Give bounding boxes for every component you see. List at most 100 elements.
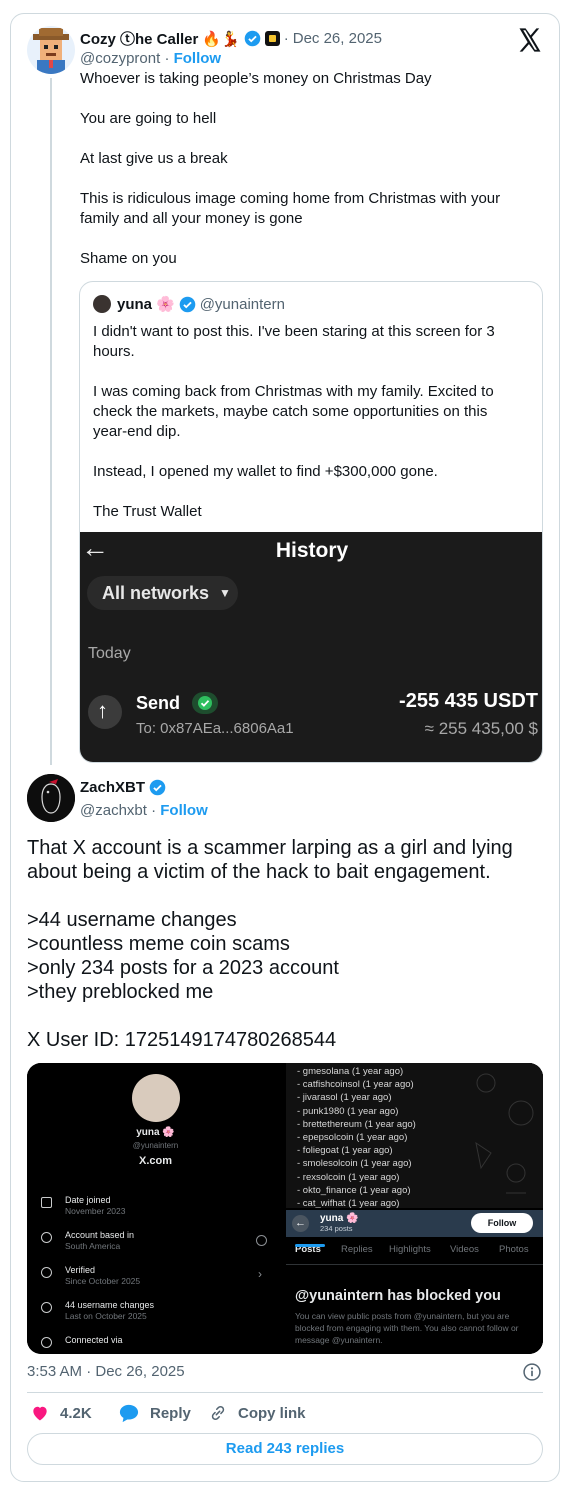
tab-videos: Videos <box>450 1244 479 1255</box>
reply-author-avatar[interactable] <box>27 774 75 822</box>
section-today: Today <box>88 645 131 662</box>
media-right-column: - gmesolana (1 year ago) - catfishcoinso… <box>286 1063 543 1354</box>
profile-handle: @yunaintern <box>132 1141 179 1150</box>
profile-name: yuna 🌸 <box>136 1127 175 1138</box>
tx-type: Send <box>136 693 181 713</box>
calendar-icon <box>41 1197 52 1208</box>
copy-link-button[interactable]: Copy link <box>208 1402 306 1424</box>
history-item: - okto_finance (1 year ago) <box>297 1184 411 1196</box>
author-avatar[interactable] <box>27 26 75 74</box>
chevron-right-icon: › <box>258 1267 262 1281</box>
greentext-block: >44 username changes >countless meme coi… <box>27 908 547 1004</box>
penguin-avatar-icon <box>27 774 75 822</box>
caret-down-icon: ▼ <box>219 586 231 600</box>
tweet-paragraph: Whoever is taking people’s money on Chri… <box>80 70 432 87</box>
reply-follow-button[interactable]: Follow <box>160 802 208 819</box>
like-button[interactable]: 4.2K <box>30 1402 92 1424</box>
quote-author-avatar <box>93 295 111 313</box>
globe-icon <box>41 1337 52 1348</box>
blocked-follow-button: Follow <box>471 1213 533 1233</box>
profile-avatar <box>132 1074 180 1122</box>
follow-button[interactable]: Follow <box>174 50 222 67</box>
media-profile-info[interactable]: yuna 🌸 @yunaintern X.com Date joined Nov… <box>27 1063 284 1354</box>
row-title: Verified <box>65 1265 96 1275</box>
user-id-line: X User ID: 1725149174780268544 <box>27 1029 337 1051</box>
info-icon[interactable] <box>522 1362 542 1382</box>
location-pin-icon <box>41 1232 52 1243</box>
dot-separator: · <box>164 50 174 67</box>
quote-paragraph: Instead, I opened my wallet to find +$30… <box>93 463 438 480</box>
history-item: - epepsolcoin (1 year ago) <box>297 1132 408 1144</box>
tx-recipient: To: 0x87AEa...6806Aa1 <box>136 720 294 737</box>
history-item: - catfishcoinsol (1 year ago) <box>297 1079 414 1091</box>
heart-icon <box>33 1406 47 1421</box>
verified-badge-icon <box>244 30 261 47</box>
reply-paragraph: That X account is a scammer larping as a… <box>27 837 513 883</box>
row-sub: Since October 2025 <box>65 1276 141 1286</box>
author-emojis: 🔥💃 <box>202 30 240 48</box>
history-item: - rexsolcoin (1 year ago) <box>297 1171 400 1183</box>
tweet-paragraph: At last give us a break <box>80 150 228 167</box>
reply-author-handle[interactable]: @zachxbt <box>80 802 147 819</box>
wallet-history-title: History <box>275 539 349 562</box>
reply-button[interactable]: Reply <box>118 1402 191 1424</box>
tweet-paragraph: This is ridiculous image coming home fro… <box>80 190 501 227</box>
post-timestamp[interactable]: 3:53 AM · Dec 26, 2025 <box>27 1363 185 1380</box>
history-item: - smolesolcoin (1 year ago) <box>297 1158 412 1170</box>
history-item: - punk1980 (1 year ago) <box>297 1105 399 1117</box>
row-title: Account based in <box>65 1230 135 1240</box>
footer-divider <box>27 1392 543 1393</box>
history-item: - jivarasol (1 year ago) <box>297 1092 392 1104</box>
verified-badge-icon <box>179 296 195 312</box>
tab-highlights: Highlights <box>389 1244 431 1255</box>
verified-check-icon <box>41 1267 52 1278</box>
greentext-line: >countless meme coin scams <box>27 933 290 955</box>
quote-author-name: yuna <box>117 295 153 313</box>
flower-emoji: 🌸 <box>156 296 175 313</box>
verified-badge-icon <box>149 779 166 796</box>
tweet-paragraph: Shame on you <box>80 250 177 267</box>
x-logo-icon[interactable] <box>516 26 544 54</box>
link-icon <box>211 1405 225 1421</box>
tweet-date[interactable]: Dec 26, 2025 <box>293 30 382 47</box>
blocked-profile-name: yuna 🌸 <box>320 1213 359 1224</box>
quote-paragraph: I was coming back from Christmas with my… <box>93 383 494 440</box>
blocked-profile-posts: 234 posts <box>320 1224 353 1233</box>
author-handle[interactable]: @cozypront <box>80 50 160 67</box>
author-name[interactable]: Cozy ⓣhe Caller <box>80 28 198 49</box>
like-count: 4.2K <box>60 1404 92 1422</box>
date-separator: · <box>283 30 289 47</box>
quote-author-row: yuna 🌸 @yunaintern <box>117 295 285 314</box>
greentext-line: >44 username changes <box>27 909 237 931</box>
media-blocked-screen[interactable]: ← yuna 🌸 234 posts Follow Posts Replies … <box>286 1210 543 1354</box>
tab-photos: Photos <box>499 1244 529 1255</box>
media-grid[interactable]: yuna 🌸 @yunaintern X.com Date joined Nov… <box>27 1063 543 1354</box>
reply-bubble-icon <box>119 1404 139 1423</box>
doodle-pattern-icon <box>475 1073 534 1194</box>
tweet-paragraph: You are going to hell <box>80 110 217 127</box>
reply-author-row: ZachXBT <box>80 779 166 796</box>
blocked-headline: @yunaintern has blocked you <box>295 1288 501 1304</box>
reply-author-name[interactable]: ZachXBT <box>80 779 145 796</box>
wallet-screenshot: ← History All networks ▼ Today ↑ Send To… <box>80 532 542 762</box>
quote-body: I didn't want to post this. I've been st… <box>93 322 525 542</box>
greentext-line: >only 234 posts for a 2023 account <box>27 957 339 979</box>
row-sub: South America <box>65 1241 121 1251</box>
quote-paragraph: The Trust Wallet <box>93 503 202 520</box>
reply-handle-row: @zachxbt · Follow <box>80 802 208 819</box>
quoted-tweet[interactable]: yuna 🌸 @yunaintern I didn't want to post… <box>79 281 543 763</box>
read-replies-button[interactable]: Read 243 replies <box>27 1433 543 1465</box>
tx-amount: -255 435 USDT <box>399 690 538 712</box>
quote-paragraph: I didn't want to post this. I've been st… <box>93 323 495 360</box>
row-title: 44 username changes <box>65 1300 155 1310</box>
copy-link-label: Copy link <box>238 1404 306 1422</box>
history-item: - brettethereum (1 year ago) <box>297 1118 416 1130</box>
username-history-list: - gmesolana (1 year ago) - catfishcoinso… <box>297 1065 416 1208</box>
dot-separator: · <box>151 802 161 819</box>
greentext-line: >they preblocked me <box>27 981 214 1003</box>
row-title: Connected via <box>65 1335 123 1345</box>
media-username-history[interactable]: - gmesolana (1 year ago) - catfishcoinso… <box>286 1063 543 1208</box>
tweet-author-row: Cozy ⓣhe Caller 🔥💃 · Dec 26, 2025 <box>80 28 382 49</box>
profile-tabs: Posts Replies Highlights Videos Photos <box>286 1241 543 1265</box>
tx-confirmed-icon <box>192 692 218 714</box>
